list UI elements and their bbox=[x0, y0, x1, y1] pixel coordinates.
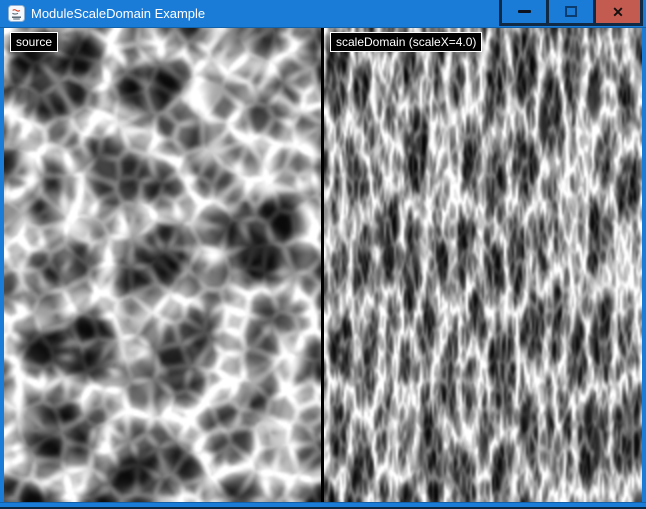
window-bottom-border bbox=[0, 502, 646, 509]
source-noise-image bbox=[4, 28, 321, 502]
scaledomain-panel: scaleDomain (scaleX=4.0) bbox=[324, 28, 642, 502]
content-area: source scaleDomain (scaleX=4.0) bbox=[4, 28, 642, 502]
minimize-icon bbox=[518, 10, 531, 13]
minimize-button[interactable] bbox=[499, 0, 546, 26]
source-label: source bbox=[10, 32, 58, 52]
close-button[interactable]: ✕ bbox=[593, 0, 643, 26]
java-app-icon bbox=[8, 5, 25, 22]
title-bar[interactable]: ModuleScaleDomain Example ✕ bbox=[0, 0, 646, 28]
window-title: ModuleScaleDomain Example bbox=[31, 0, 205, 27]
close-icon: ✕ bbox=[612, 5, 624, 19]
source-panel: source bbox=[4, 28, 321, 502]
scaledomain-label: scaleDomain (scaleX=4.0) bbox=[330, 32, 482, 52]
window-controls: ✕ bbox=[499, 0, 643, 26]
maximize-button[interactable] bbox=[546, 0, 593, 26]
app-window: ModuleScaleDomain Example ✕ source scale… bbox=[0, 0, 646, 509]
maximize-icon bbox=[565, 6, 577, 17]
scaledomain-noise-image bbox=[324, 28, 642, 502]
